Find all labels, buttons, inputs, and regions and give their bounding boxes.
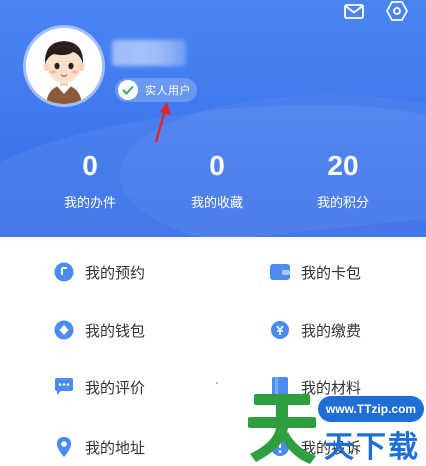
stray-dot	[216, 382, 218, 384]
menu-item-appointments[interactable]: 我的预约	[53, 257, 145, 287]
stat-my-cases[interactable]: 0 我的办件	[30, 150, 150, 211]
avatar[interactable]	[26, 28, 102, 104]
menu-item-reviews[interactable]: 我的评价	[53, 372, 145, 402]
menu-item-label: 我的钱包	[85, 322, 146, 340]
wallet-icon	[53, 319, 75, 341]
menu-item-label: 我的缴费	[301, 322, 362, 340]
check-icon	[118, 80, 138, 100]
watermark-logo	[248, 394, 316, 464]
menu-item-addresses[interactable]: 我的地址	[53, 432, 145, 462]
menu-item-wallet[interactable]: 我的钱包	[53, 315, 145, 345]
calendar-icon	[53, 261, 75, 283]
stat-label: 我的办件	[63, 195, 116, 210]
settings-icon[interactable]	[385, 0, 409, 22]
username-blurred	[112, 40, 186, 66]
verified-label: 实人用户	[145, 85, 191, 97]
watermark-url: www.TTzip.com	[318, 396, 424, 422]
watermark-text: 天下载	[324, 430, 420, 464]
menu-item-label: 我的预约	[85, 264, 146, 282]
menu-item-card-wallet[interactable]: 我的卡包	[269, 257, 361, 287]
card-wallet-icon	[269, 261, 291, 283]
stat-value: 0	[82, 150, 98, 181]
payment-icon	[269, 319, 291, 341]
menu-item-label: 我的卡包	[301, 264, 362, 282]
menu-item-label: 我的评价	[85, 379, 146, 397]
stat-value: 0	[209, 150, 225, 181]
stat-label: 我的收藏	[190, 195, 243, 210]
stat-my-favorites[interactable]: 0 我的收藏	[157, 150, 277, 211]
location-icon	[53, 436, 75, 458]
menu-item-payments[interactable]: 我的缴费	[269, 315, 361, 345]
verified-badge: 实人用户	[115, 78, 197, 102]
annotation-arrow-icon	[154, 102, 171, 143]
stat-label: 我的积分	[316, 195, 369, 210]
profile-header: 实人用户 0 我的办件 0 我的收藏 20 我的积分	[0, 0, 426, 237]
message-icon[interactable]	[342, 0, 366, 22]
comment-icon	[53, 376, 75, 398]
stat-my-points[interactable]: 20 我的积分	[283, 150, 403, 211]
menu-item-label: 我的地址	[85, 439, 146, 457]
stat-value: 20	[327, 150, 359, 181]
